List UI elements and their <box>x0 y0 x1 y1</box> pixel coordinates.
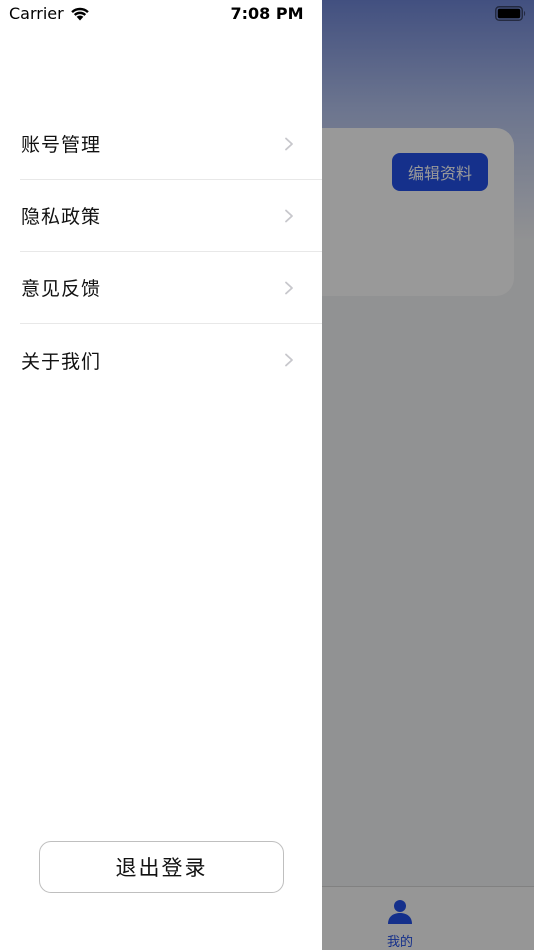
status-time: 7:08 PM <box>230 4 304 23</box>
logout-button[interactable]: 退出登录 <box>39 841 284 893</box>
app-screen: 编辑资料 我的 Carrier 7:08 PM 账号管理 隐私政策 意见反馈 关… <box>0 0 534 950</box>
menu-item-label: 关于我们 <box>21 350 102 373</box>
menu-item-label: 账号管理 <box>21 134 102 156</box>
carrier-label: Carrier <box>9 4 64 23</box>
carrier: Carrier <box>9 4 90 23</box>
menu-item-account-management[interactable]: 账号管理 <box>20 108 322 180</box>
chevron-right-icon <box>284 353 294 367</box>
menu-item-feedback[interactable]: 意见反馈 <box>20 252 322 324</box>
menu-item-label: 隐私政策 <box>21 206 102 228</box>
chevron-right-icon <box>284 209 294 223</box>
drawer-menu: 账号管理 隐私政策 意见反馈 关于我们 <box>0 108 322 396</box>
status-bar: Carrier 7:08 PM <box>0 0 534 28</box>
wifi-icon <box>70 6 90 21</box>
chevron-right-icon <box>284 137 294 151</box>
battery-icon <box>495 6 527 21</box>
menu-item-about-us[interactable]: 关于我们 <box>20 324 322 396</box>
side-drawer: 账号管理 隐私政策 意见反馈 关于我们 退出登录 <box>0 0 322 950</box>
menu-item-label: 意见反馈 <box>21 278 102 300</box>
menu-item-privacy-policy[interactable]: 隐私政策 <box>20 180 322 252</box>
chevron-right-icon <box>284 281 294 295</box>
